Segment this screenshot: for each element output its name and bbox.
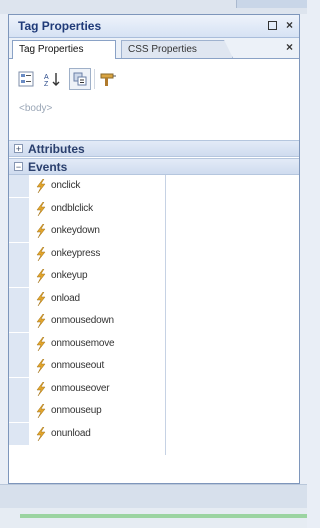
event-name: onunload: [51, 427, 91, 439]
event-name: onload: [51, 292, 80, 304]
events-list: onclick ondblclick onkeydown onkeypress onke…: [9, 175, 299, 465]
tab-css-properties[interactable]: CSS Properties: [121, 40, 233, 58]
bottom-accent-line: [20, 514, 307, 518]
expand-toggle-icon[interactable]: +: [14, 144, 23, 154]
lightning-bolt-icon: [36, 314, 46, 328]
window-top-cap: [236, 0, 307, 8]
lightning-bolt-icon: [36, 426, 46, 441]
lightning-bolt-icon: [36, 291, 46, 306]
lightning-bolt-icon: [36, 336, 46, 351]
attributes-category-header[interactable]: + Attributes: [9, 140, 299, 157]
close-tab-icon[interactable]: ×: [286, 40, 293, 54]
row-gutter: [9, 265, 29, 287]
event-name: onmouseout: [51, 360, 105, 371]
toolbar-separator: [94, 69, 95, 89]
tab-strip: Tag Properties CSS Properties ×: [9, 38, 299, 59]
collapse-toggle-icon[interactable]: −: [14, 162, 23, 172]
lightning-bolt-icon: [36, 359, 46, 373]
show-set-properties-icon: [73, 72, 87, 86]
show-set-properties-button[interactable]: [69, 68, 91, 90]
row-gutter: [9, 175, 29, 197]
window-top-strip: [0, 0, 307, 14]
panel-title: Tag Properties: [18, 19, 102, 33]
sort-alphabetical-icon: A Z: [44, 73, 60, 87]
lightning-bolt-icon: [36, 404, 46, 418]
row-gutter: [9, 377, 29, 400]
lightning-bolt-icon: [36, 246, 46, 261]
row-gutter: [9, 242, 29, 265]
event-row[interactable]: onclick: [9, 175, 299, 197]
event-name: onclick: [51, 180, 81, 191]
event-name: ondblclick: [51, 202, 93, 214]
attributes-category-label: Attributes: [28, 142, 85, 156]
restore-window-icon[interactable]: [268, 21, 277, 30]
event-name: onmousemove: [51, 337, 115, 349]
event-name: onkeyup: [51, 270, 88, 281]
event-row[interactable]: onload: [9, 287, 299, 310]
row-gutter: [9, 332, 29, 355]
lightning-bolt-icon: [36, 269, 46, 283]
events-category-header[interactable]: − Events: [9, 158, 299, 175]
close-icon[interactable]: ×: [286, 18, 293, 32]
event-row[interactable]: onmouseup: [9, 400, 299, 422]
properties-toolbar: A Z: [9, 59, 299, 95]
panel-title-bar[interactable]: Tag Properties ×: [9, 15, 299, 38]
row-gutter: [9, 422, 29, 445]
status-area: [0, 508, 307, 528]
row-gutter: [9, 197, 29, 220]
svg-text:A: A: [44, 74, 49, 81]
event-row[interactable]: onunload: [9, 422, 299, 445]
lightning-bolt-icon: [36, 179, 46, 193]
row-gutter: [9, 287, 29, 310]
lightning-bolt-icon: [36, 224, 46, 238]
lightning-bolt-icon: [36, 201, 46, 216]
properties-brush-icon: [100, 73, 116, 86]
tag-properties-panel: Tag Properties × Tag Properties CSS Prop…: [8, 14, 300, 484]
events-category-label: Events: [28, 160, 68, 174]
row-gutter: [9, 400, 29, 422]
event-name: onmouseover: [51, 382, 110, 394]
event-name: onmouseup: [51, 405, 102, 416]
categorized-view-icon: [18, 71, 34, 87]
event-name: onkeypress: [51, 247, 101, 259]
row-gutter: [9, 220, 29, 242]
categorized-view-button[interactable]: [15, 68, 37, 90]
event-row[interactable]: onmousedown: [9, 310, 299, 332]
sort-alphabetical-button[interactable]: A Z: [41, 68, 63, 90]
event-row[interactable]: onmousemove: [9, 332, 299, 355]
event-row[interactable]: onmouseover: [9, 377, 299, 400]
event-name: onkeydown: [51, 225, 100, 236]
lightning-bolt-icon: [36, 381, 46, 396]
event-row[interactable]: onkeypress: [9, 242, 299, 265]
row-gutter: [9, 355, 29, 377]
svg-text:Z: Z: [44, 81, 49, 87]
event-row[interactable]: onmouseout: [9, 355, 299, 377]
row-gutter: [9, 310, 29, 332]
selected-tag-path: <body>: [19, 103, 53, 114]
bottom-panel-band: [0, 484, 307, 509]
event-row[interactable]: onkeydown: [9, 220, 299, 242]
event-name: onmousedown: [51, 315, 114, 326]
event-row[interactable]: ondblclick: [9, 197, 299, 220]
properties-brush-button[interactable]: [97, 68, 119, 90]
event-row[interactable]: onkeyup: [9, 265, 299, 287]
tab-tag-properties[interactable]: Tag Properties: [12, 40, 116, 59]
